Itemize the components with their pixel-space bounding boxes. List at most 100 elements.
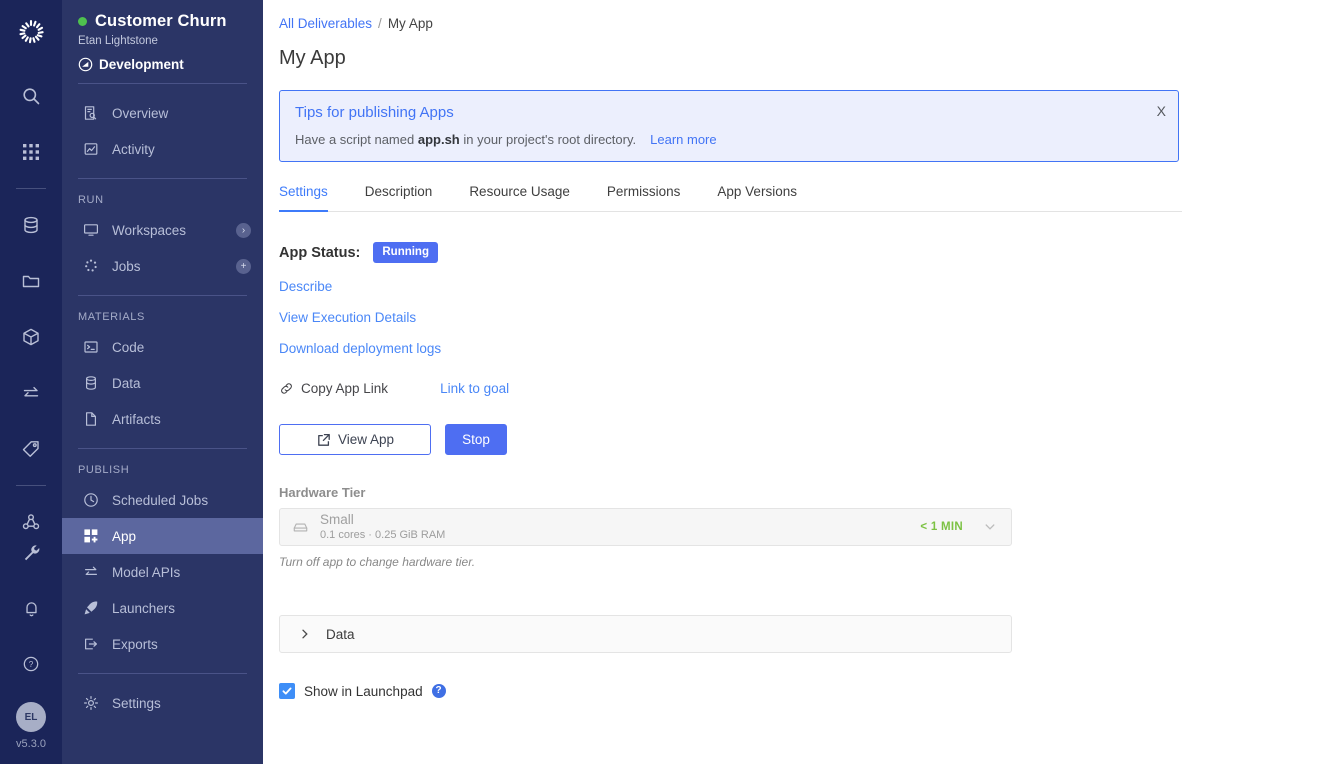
project-status-dot [78, 17, 87, 26]
tab-settings[interactable]: Settings [279, 184, 328, 212]
monitor-icon [82, 221, 100, 239]
sidebar-item-overview[interactable]: Overview [62, 95, 263, 131]
sidebar-item-data[interactable]: Data [62, 365, 263, 401]
cube-environments-icon[interactable] [11, 317, 51, 357]
download-deployment-logs-link[interactable]: Download deployment logs [279, 341, 1326, 356]
hardware-tier-selector[interactable]: Small 0.1 cores · 0.25 GiB RAM < 1 MIN [279, 508, 1012, 546]
app-root: ? EL v5.3.0 Customer Churn Etan Lightsto… [0, 0, 1326, 764]
sidebar-item-label: Launchers [112, 601, 251, 616]
sidebar-divider-5 [78, 673, 247, 674]
tag-icon[interactable] [11, 429, 51, 469]
copy-app-link-label: Copy App Link [301, 381, 388, 396]
sidebar-group-materials: MATERIALS [62, 307, 263, 329]
tab-description[interactable]: Description [365, 184, 433, 212]
sidebar-item-workspaces[interactable]: Workspaces › [62, 212, 263, 248]
svg-text:?: ? [29, 660, 34, 669]
chevron-down-icon[interactable] [983, 520, 997, 534]
project-owner: Etan Lightstone [78, 35, 247, 47]
activity-icon [82, 140, 100, 158]
external-link-icon [316, 432, 332, 448]
sidebar-item-label: Model APIs [112, 565, 251, 580]
database-icon[interactable] [11, 205, 51, 245]
sidebar-item-label: Overview [112, 106, 251, 121]
folder-icon[interactable] [11, 261, 51, 301]
file-icon [82, 410, 100, 428]
sidebar-item-label: Artifacts [112, 412, 251, 427]
wrench-icon[interactable] [11, 532, 51, 572]
breadcrumb: All Deliverables / My App [279, 14, 1326, 31]
development-circle-icon [78, 57, 93, 72]
sidebar-item-launchers[interactable]: Launchers [62, 590, 263, 626]
tab-permissions[interactable]: Permissions [607, 184, 681, 212]
sidebar-item-label: Data [112, 376, 251, 391]
breadcrumb-separator: / [378, 16, 382, 31]
copy-app-link-button[interactable]: Copy App Link [279, 381, 388, 396]
tab-resource-usage[interactable]: Resource Usage [469, 184, 570, 212]
sidebar-item-label: Workspaces [112, 223, 224, 238]
hardware-tier-time: < 1 MIN [920, 521, 963, 533]
overview-icon [82, 104, 100, 122]
sidebar-item-code[interactable]: Code [62, 329, 263, 365]
sidebar-item-label: Code [112, 340, 251, 355]
hardware-tier-info: Small 0.1 cores · 0.25 GiB RAM [320, 513, 920, 542]
sidebar-item-label: Exports [112, 637, 251, 652]
describe-link[interactable]: Describe [279, 279, 1326, 294]
app-grid-plus-icon [82, 527, 100, 545]
sidebar-item-model-apis[interactable]: Model APIs [62, 554, 263, 590]
project-title-row: Customer Churn [78, 12, 247, 31]
tab-app-versions[interactable]: App Versions [717, 184, 797, 212]
chevron-right-icon [298, 627, 312, 641]
app-status-row: App Status: Running [279, 242, 1326, 263]
status-badge: Running [373, 242, 438, 263]
link-icon [279, 381, 294, 396]
export-icon [82, 635, 100, 653]
grid-apps-icon[interactable] [11, 132, 51, 172]
avatar[interactable]: EL [16, 702, 46, 732]
view-app-label: View App [338, 432, 394, 447]
data-section-accordion[interactable]: Data [279, 615, 1012, 653]
tips-title: Tips for publishing Apps [295, 104, 1162, 121]
sidebar-divider-3 [78, 295, 247, 296]
help-circle-icon[interactable]: ? [11, 644, 51, 684]
learn-more-link[interactable]: Learn more [650, 132, 716, 147]
jobs-add-badge[interactable]: + [236, 259, 251, 274]
tips-script-name: app.sh [418, 132, 460, 147]
link-to-goal-link[interactable]: Link to goal [440, 381, 509, 396]
sidebar-item-jobs[interactable]: Jobs + [62, 248, 263, 284]
sidebar-item-artifacts[interactable]: Artifacts [62, 401, 263, 437]
breadcrumb-current: My App [388, 16, 433, 31]
tab-bar: Settings Description Resource Usage Perm… [279, 183, 1182, 212]
close-icon[interactable]: X [1157, 104, 1166, 118]
show-in-launchpad-row: Show in Launchpad ? [279, 683, 1326, 699]
hardware-tier-note: Turn off app to change hardware tier. [279, 555, 1326, 569]
rail-bottom-group: ? EL v5.3.0 [0, 524, 62, 764]
sidebar-item-exports[interactable]: Exports [62, 626, 263, 662]
model-apis-icon [82, 563, 100, 581]
global-nav-rail: ? EL v5.3.0 [0, 0, 62, 764]
domino-logo-icon[interactable] [13, 14, 49, 50]
sidebar-item-app[interactable]: App [62, 518, 263, 554]
sidebar-item-label: Activity [112, 142, 251, 157]
project-environment-selector[interactable]: Development [78, 57, 247, 72]
view-app-button[interactable]: View App [279, 424, 431, 455]
workspaces-expand-badge[interactable]: › [236, 223, 251, 238]
app-status-label: App Status: [279, 245, 360, 261]
breadcrumb-all-deliverables[interactable]: All Deliverables [279, 16, 372, 31]
help-circle-icon[interactable]: ? [432, 684, 446, 698]
sidebar-item-scheduled-jobs[interactable]: Scheduled Jobs [62, 482, 263, 518]
bell-icon[interactable] [11, 588, 51, 628]
sidebar-group-publish: PUBLISH [62, 460, 263, 482]
jobs-spinner-icon [82, 257, 100, 275]
sidebar-item-label: Settings [112, 696, 251, 711]
sidebar-item-activity[interactable]: Activity [62, 131, 263, 167]
check-icon [281, 685, 293, 697]
model-apis-icon[interactable] [11, 373, 51, 413]
stop-button[interactable]: Stop [445, 424, 507, 455]
database-icon [82, 374, 100, 392]
sidebar-item-settings[interactable]: Settings [62, 685, 263, 721]
show-in-launchpad-checkbox[interactable] [279, 683, 295, 699]
tips-body-prefix: Have a script named [295, 132, 418, 147]
rail-divider [16, 188, 46, 189]
view-execution-details-link[interactable]: View Execution Details [279, 310, 1326, 325]
search-icon[interactable] [11, 76, 51, 116]
